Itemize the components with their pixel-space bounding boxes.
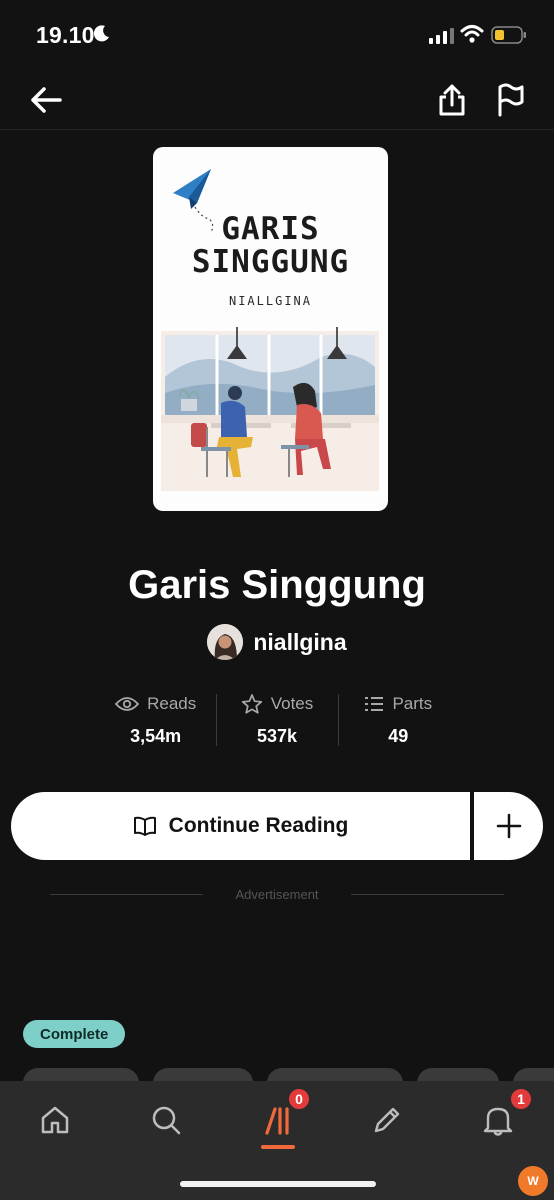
share-upload-icon — [439, 84, 465, 116]
stat-votes-value: 537k — [256, 726, 298, 746]
library-badge: 0 — [287, 1087, 311, 1111]
share-button[interactable] — [432, 78, 472, 122]
stat-parts: Parts 49 — [337, 690, 459, 750]
top-bar — [0, 74, 554, 130]
watermark-logo-icon: W — [518, 1166, 548, 1196]
stat-parts-value: 49 — [388, 726, 409, 746]
book-cover[interactable]: GARIS SINGGUNG NIALLGINA — [153, 147, 388, 511]
avatar-image — [207, 624, 244, 660]
continue-reading-button[interactable]: Continue Reading — [11, 792, 470, 860]
nav-write[interactable] — [357, 1095, 417, 1145]
story-stats: Reads 3,54m Votes 537k Parts 49 — [95, 690, 459, 750]
author-row[interactable]: niallgina — [0, 624, 554, 660]
add-to-library-button[interactable] — [474, 792, 543, 860]
arrow-left-icon — [31, 87, 62, 113]
cellular-signal-icon — [429, 28, 454, 44]
author-avatar[interactable] — [207, 624, 244, 660]
home-indicator — [180, 1181, 376, 1187]
list-icon — [365, 697, 384, 711]
report-button[interactable] — [490, 78, 530, 122]
advertisement-divider: Advertisement — [50, 884, 504, 904]
home-icon — [41, 1106, 69, 1134]
cover-title-line1: GARIS — [221, 211, 320, 247]
wifi-icon — [460, 25, 484, 43]
search-icon — [152, 1106, 181, 1135]
advertisement-label: Advertisement — [235, 886, 319, 902]
action-row: Continue Reading — [11, 792, 543, 860]
stat-votes: Votes 537k — [216, 690, 337, 750]
continue-reading-label: Continue Reading — [168, 814, 349, 837]
stat-reads: Reads 3,54m — [95, 690, 216, 750]
nav-search[interactable] — [136, 1095, 196, 1145]
author-name[interactable]: niallgina — [253, 629, 346, 656]
nav-home[interactable] — [25, 1095, 85, 1145]
write-icon — [374, 1107, 400, 1133]
star-icon — [241, 694, 262, 714]
stat-reads-label: Reads — [147, 694, 197, 713]
library-icon — [265, 1107, 289, 1135]
back-button[interactable] — [26, 80, 66, 120]
stat-parts-label: Parts — [392, 694, 433, 713]
cover-title-line2: SINGGUNG — [191, 244, 350, 280]
notifications-badge: 1 — [509, 1087, 533, 1111]
plus-icon — [496, 813, 521, 839]
stat-reads-value: 3,54m — [130, 726, 182, 746]
status-badge: Complete — [23, 1020, 126, 1048]
stat-votes-label: Votes — [270, 694, 314, 713]
notifications-icon — [483, 1107, 513, 1136]
open-book-icon — [133, 816, 156, 836]
story-title: Garis Singgung — [128, 563, 426, 607]
flag-icon — [498, 83, 524, 117]
cover-title: GARIS SINGGUNG — [153, 213, 388, 279]
battery-icon — [491, 26, 526, 44]
active-tab-indicator — [261, 1145, 295, 1149]
status-bar: 19.10 — [0, 0, 554, 70]
cover-illustration — [161, 327, 379, 491]
status-time: 19.10 — [36, 22, 95, 48]
cover-author: NIALLGINA — [228, 294, 313, 308]
moon-icon — [93, 25, 109, 42]
eye-icon — [115, 697, 140, 711]
